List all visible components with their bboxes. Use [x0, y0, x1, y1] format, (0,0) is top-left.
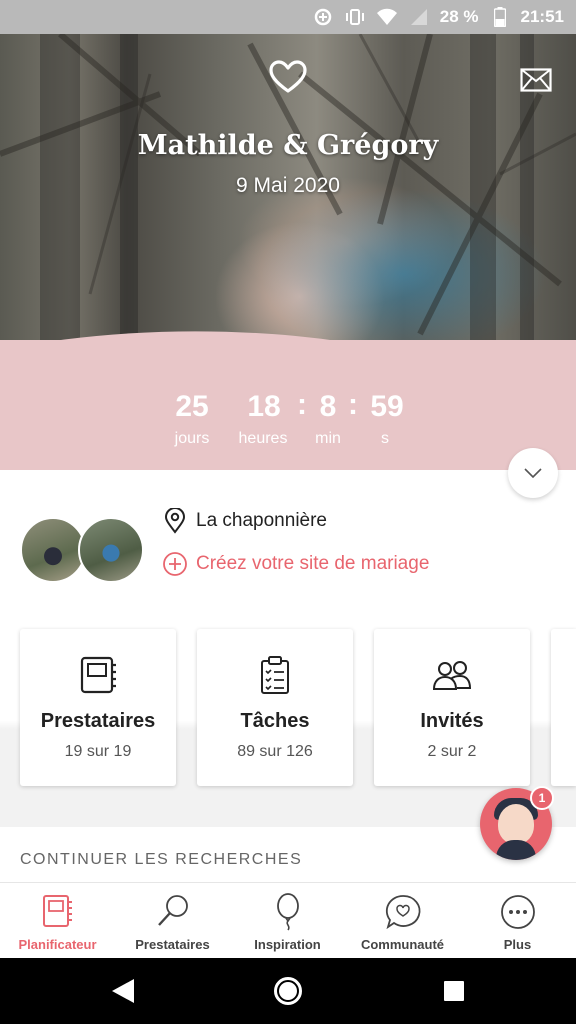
- card-prestataires[interactable]: Prestataires 19 sur 19: [20, 629, 176, 786]
- card-title: Invités: [420, 710, 484, 732]
- countdown-days: 25: [175, 390, 209, 423]
- search-icon: [115, 893, 230, 933]
- planner-icon: [0, 893, 115, 933]
- notebook-icon: [20, 655, 176, 695]
- bottom-navigation: Planificateur Prestataires Inspiration C…: [0, 882, 576, 958]
- section-title: CONTINUER LES RECHERCHES: [20, 851, 303, 868]
- status-bar: 28 % 21:51: [0, 0, 576, 34]
- chevron-down-icon: [524, 468, 542, 478]
- nav-plus[interactable]: Plus: [460, 883, 575, 959]
- heart-icon: [268, 60, 308, 94]
- mail-icon[interactable]: [520, 68, 552, 92]
- countdown-seconds-label: s: [381, 430, 389, 447]
- back-icon[interactable]: [112, 979, 134, 1003]
- chat-heart-icon: [345, 893, 460, 933]
- countdown-minutes: 8: [319, 390, 337, 423]
- nav-label: Planificateur: [18, 937, 97, 952]
- home-icon-inner: [279, 982, 297, 1000]
- create-site-label: Créez votre site de mariage: [196, 553, 430, 574]
- card-title: Tâches: [240, 710, 310, 732]
- vibrate-icon: [344, 8, 366, 26]
- countdown-minutes-label: min: [315, 430, 341, 447]
- card-subtitle: 89 sur 126: [237, 743, 313, 760]
- nav-communaute[interactable]: Communauté: [345, 883, 460, 959]
- nav-planificateur[interactable]: Planificateur: [0, 883, 115, 959]
- nav-label: Plus: [503, 937, 532, 952]
- checklist-icon: [197, 655, 353, 695]
- card-subtitle: 2 sur 2: [427, 743, 477, 760]
- wifi-icon: [376, 8, 398, 26]
- wave-decoration: [0, 331, 576, 378]
- create-site-link[interactable]: Créez votre site de mariage: [162, 551, 429, 577]
- location-text: La chaponnière: [196, 510, 327, 531]
- countdown-separator: :: [297, 388, 307, 421]
- card-title: Prestataires: [40, 710, 156, 732]
- plus-circle-icon: [163, 552, 187, 576]
- card-taches[interactable]: Tâches 89 sur 126: [197, 629, 353, 786]
- nav-inspiration[interactable]: Inspiration: [230, 883, 345, 959]
- clock: 21:51: [520, 7, 564, 26]
- countdown-separator: :: [348, 388, 358, 421]
- recents-icon[interactable]: [444, 981, 464, 1001]
- signal-icon: [408, 8, 430, 26]
- nav-label: Communauté: [360, 937, 445, 952]
- nav-label: Prestataires: [135, 937, 210, 952]
- countdown-days-label: jours: [174, 430, 210, 447]
- couple-names: Mathilde & Grégory: [137, 130, 439, 161]
- countdown-hours-label: heures: [238, 430, 288, 447]
- nav-prestataires[interactable]: Prestataires: [115, 883, 230, 959]
- guests-icon: [374, 655, 530, 695]
- battery-icon: [489, 7, 511, 27]
- avatar[interactable]: [78, 517, 144, 583]
- card-invites[interactable]: Invités 2 sur 2: [374, 629, 530, 786]
- avatar[interactable]: [20, 517, 86, 583]
- notification-badge: 1: [530, 786, 554, 810]
- more-icon: [460, 893, 575, 933]
- card-subtitle: 19 sur 19: [64, 743, 132, 760]
- data-saver-icon: [312, 8, 334, 26]
- nav-label: Inspiration: [254, 937, 321, 952]
- balloon-icon: [230, 893, 345, 933]
- countdown-hours: 18: [247, 390, 281, 423]
- system-navigation-bar: [0, 958, 576, 1024]
- countdown-seconds: 59: [370, 390, 404, 423]
- location-pin-icon: [164, 508, 186, 534]
- wedding-date: 9 Mai 2020: [236, 174, 340, 197]
- battery-percentage: 28 %: [439, 7, 479, 26]
- card-next-partial[interactable]: [551, 629, 576, 786]
- expand-button[interactable]: [508, 448, 558, 498]
- location-row[interactable]: La chaponnière: [164, 508, 327, 534]
